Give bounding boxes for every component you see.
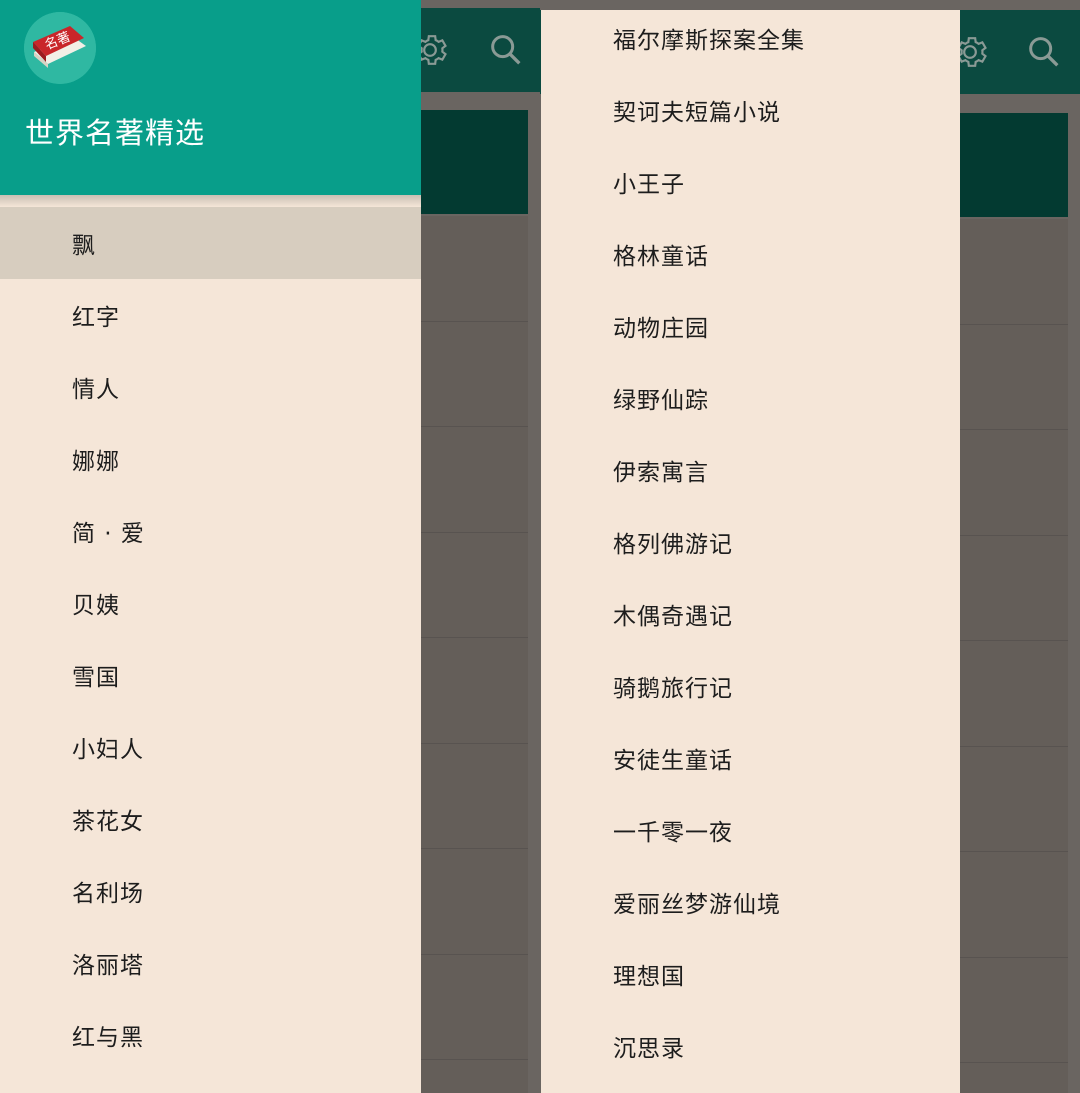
menu-item-label: 福尔摩斯探案全集 [613,28,805,54]
drawer-menu-item[interactable]: 理想国 [541,938,960,1010]
background-banner [421,110,528,214]
list-item [421,533,528,638]
menu-item-label: 动物庄园 [613,316,709,342]
list-item [960,536,1068,641]
list-item [421,322,528,427]
background-list [960,219,1068,1093]
menu-item-label: 一千零一夜 [613,820,733,846]
menu-item-label: 爱丽丝梦游仙境 [613,892,781,918]
drawer-menu-item[interactable]: 一千零一夜 [541,794,960,866]
menu-item-label: 雪国 [72,665,120,691]
menu-item-label: 飘 [72,233,96,259]
list-item [421,849,528,955]
list-item [960,852,1068,958]
drawer-menu-item[interactable]: 红与黑 [0,999,421,1071]
list-item [960,747,1068,852]
drawer-menu-item[interactable]: 爱丽丝梦游仙境 [541,866,960,938]
navigation-drawer-left: 名著 世界名著精选 飘红字情人娜娜简 · 爱贝姨雪国小妇人茶花女名利场洛丽塔红与… [0,0,421,1093]
screenshot-stage: 名著 世界名著精选 飘红字情人娜娜简 · 爱贝姨雪国小妇人茶花女名利场洛丽塔红与… [0,0,1080,1093]
menu-item-label: 贝姨 [72,593,120,619]
menu-item-label: 情人 [72,377,120,403]
list-item [421,744,528,849]
list-item [421,427,528,533]
header-shadow [0,195,421,207]
drawer-menu-item[interactable]: 小妇人 [0,711,421,783]
drawer-menu-item[interactable]: 动物庄园 [541,290,960,362]
menu-item-label: 绿野仙踪 [613,388,709,414]
menu-item-label: 红与黑 [72,1025,144,1051]
drawer-menu-item[interactable]: 娜娜 [0,423,421,495]
list-item [960,219,1068,325]
list-item [421,638,528,744]
menu-item-label: 红字 [72,305,120,331]
drawer-menu-item[interactable]: 绿野仙踪 [541,362,960,434]
menu-item-label: 简 · 爱 [72,521,145,547]
book-list-right: 福尔摩斯探案全集 契诃夫短篇小说 小王子格林童话动物庄园绿野仙踪伊索寓言格列佛游记木… [541,10,960,1082]
app-title: 世界名著精选 [25,116,206,150]
drawer-menu-item[interactable]: 小王子 [541,146,960,218]
list-item [421,955,528,1060]
background-list [421,216,528,1093]
drawer-header: 名著 世界名著精选 [0,0,421,195]
drawer-menu-item[interactable]: 飘 [0,207,421,279]
search-icon[interactable] [486,30,526,70]
drawer-menu-item[interactable]: 红字 [0,279,421,351]
drawer-menu-item[interactable]: 雪国 [0,639,421,711]
drawer-menu-item[interactable]: 安徒生童话 [541,722,960,794]
search-icon[interactable] [1024,32,1064,72]
drawer-menu-item[interactable]: 格林童话 [541,218,960,290]
menu-item-label: 小王子 [613,172,685,198]
menu-item-label: 洛丽塔 [72,953,144,979]
menu-item-label: 理想国 [613,964,685,990]
menu-item-label: 骑鹅旅行记 [613,676,733,702]
menu-item-label: 名利场 [72,881,144,907]
drawer-menu-item[interactable]: 格列佛游记 [541,506,960,578]
navigation-drawer-right: 福尔摩斯探案全集 契诃夫短篇小说 小王子格林童话动物庄园绿野仙踪伊索寓言格列佛游记木… [541,10,960,1093]
list-item [960,958,1068,1063]
drawer-menu-item[interactable]: 名利场 [0,855,421,927]
menu-item-label: 伊索寓言 [613,460,709,486]
drawer-menu-item[interactable]: 伊索寓言 [541,434,960,506]
list-item [960,325,1068,430]
drawer-menu-item[interactable]: 简 · 爱 [0,495,421,567]
menu-item-label: 木偶奇遇记 [613,604,733,630]
menu-item-label: 茶花女 [72,809,144,835]
book-list-left: 飘红字情人娜娜简 · 爱贝姨雪国小妇人茶花女名利场洛丽塔红与黑 [0,207,421,1071]
background-banner [960,113,1068,217]
drawer-menu-item[interactable]: 沉思录 [541,1010,960,1082]
book-icon: 名著 [24,12,96,84]
list-item [421,216,528,322]
drawer-menu-item[interactable]: 福尔摩斯探案全集 [541,10,960,74]
menu-item-label: 小妇人 [72,737,144,763]
drawer-menu-item[interactable]: 契诃夫短篇小说 [541,74,960,146]
menu-item-label: 安徒生童话 [613,748,733,774]
menu-item-label: 沉思录 [613,1036,685,1062]
menu-item-label: 格列佛游记 [613,532,733,558]
drawer-menu-item[interactable]: 情人 [0,351,421,423]
drawer-menu-item[interactable]: 骑鹅旅行记 [541,650,960,722]
menu-item-label: 契诃夫短篇小说 [613,100,781,126]
drawer-menu-item[interactable]: 洛丽塔 [0,927,421,999]
menu-item-label: 娜娜 [72,449,120,475]
drawer-menu-item[interactable]: 木偶奇遇记 [541,578,960,650]
drawer-menu-item[interactable]: 茶花女 [0,783,421,855]
drawer-menu-item[interactable]: 贝姨 [0,567,421,639]
list-item [960,641,1068,747]
menu-item-label: 格林童话 [613,244,709,270]
list-item [960,430,1068,536]
